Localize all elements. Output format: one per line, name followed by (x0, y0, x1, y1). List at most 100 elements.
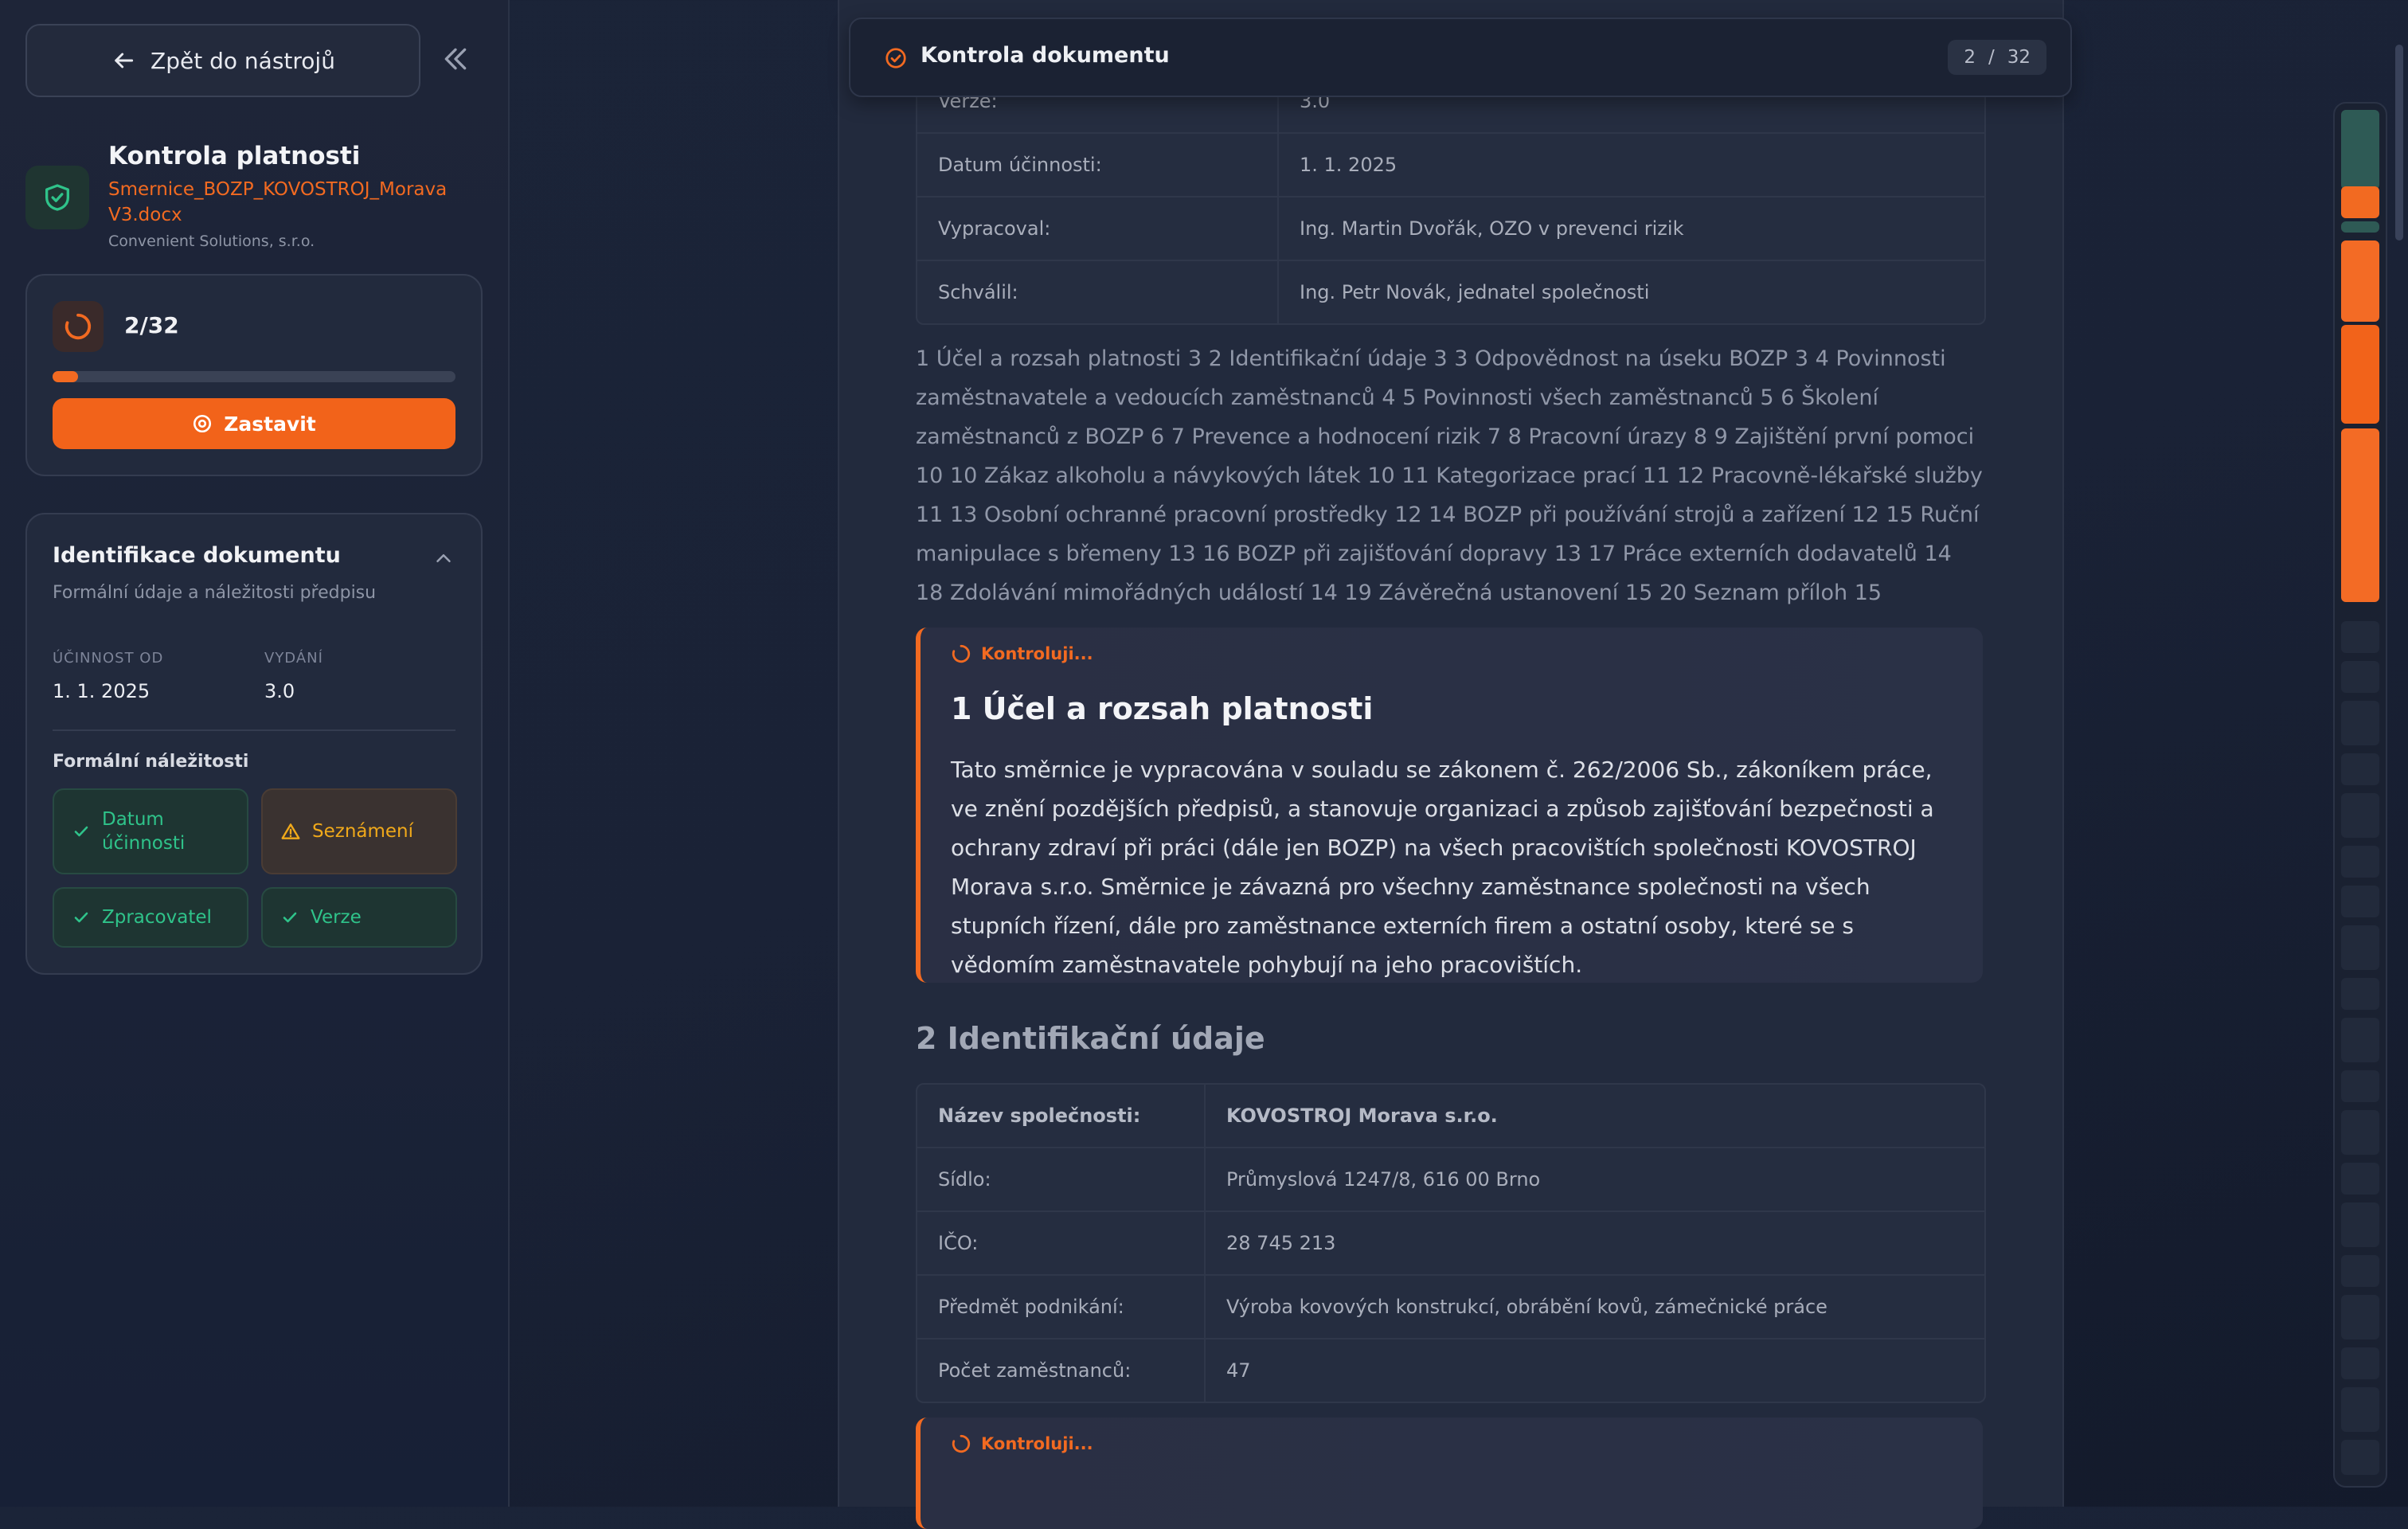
document-tool-title: Kontrola platnosti (108, 142, 361, 170)
shield-icon (25, 166, 89, 229)
table-row: Schválil: Ing. Petr Novák, jednatel spole… (917, 260, 1984, 323)
minimap-segment (2341, 621, 2379, 653)
counter-current: 2 (1964, 47, 1976, 68)
chip-effective-date[interactable]: Datum účinnosti (53, 788, 248, 874)
check-icon (74, 912, 88, 923)
checking-status: Kontroluji... (951, 1433, 1093, 1454)
minimap-segment (2341, 978, 2379, 1010)
minimap-segment (2341, 1255, 2379, 1287)
table-key: Počet zaměstnanců: (917, 1339, 1206, 1402)
minimap-segment (2341, 661, 2379, 693)
minimap-segment (2341, 1110, 2379, 1155)
warning-icon (281, 823, 300, 839)
effective-value: 1. 1. 2025 (53, 680, 150, 702)
formal-requirements-title: Formální náležitosti (53, 752, 249, 772)
table-value: Ing. Petr Novák, jednatel společnosti (1300, 281, 1650, 303)
table-row: IČO: 28 745 213 (917, 1210, 1984, 1274)
table-value: Výroba kovových konstrukcí, obrábění kov… (1226, 1296, 1828, 1318)
minimap-segment (2341, 1440, 2379, 1475)
document-check-title: Kontrola dokumentu (921, 43, 1170, 68)
chip-label: Datum účinnosti (102, 809, 186, 854)
table-value: KOVOSTROJ Morava s.r.o. (1226, 1105, 1498, 1127)
table-row: Sídlo: Průmyslová 1247/8, 616 00 Brno (917, 1147, 1984, 1210)
back-label: Zpět do nástrojů (150, 47, 335, 74)
scrollbar-thumb[interactable] (2395, 45, 2403, 240)
counter-separator: / (1988, 47, 1995, 68)
minimap-segment (2341, 701, 2379, 745)
document-meta-table: Verze: 3.0 Datum účinnosti: 1. 1. 2025 Vyp… (916, 68, 1986, 325)
effective-label: ÚČINNOST OD (53, 650, 164, 667)
stop-circle-icon (194, 414, 212, 433)
table-row: Počet zaměstnanců: 47 (917, 1338, 1984, 1402)
table-row: Název společnosti: KOVOSTROJ Morava s.r.o… (917, 1085, 1984, 1147)
minimap-segment (2341, 886, 2379, 917)
chip-version[interactable]: Verze (261, 887, 457, 948)
minimap-segment (2341, 240, 2379, 322)
identification-subtitle: Formální údaje a náležitosti předpisu (53, 583, 377, 603)
spinner-icon (952, 1434, 971, 1453)
back-to-tools-button[interactable]: Zpět do nástrojů (25, 24, 420, 97)
minimap-segment (2341, 1347, 2379, 1379)
sidebar: Zpět do nástrojů Kontrola platnosti Smer… (0, 0, 510, 1507)
chip-author[interactable]: Zpracovatel (53, 887, 248, 948)
document-check-bar: Kontrola dokumentu 2 / 32 (849, 18, 2072, 97)
checking-status: Kontroluji... (951, 643, 1093, 664)
divider (53, 729, 455, 731)
check-circle-icon (885, 48, 906, 68)
identification-title: Identifikace dokumentu (53, 543, 341, 568)
collapse-sidebar-icon[interactable] (440, 43, 471, 75)
minimap-segment (2341, 1070, 2379, 1102)
progress-count: 2/32 (124, 312, 179, 338)
minimap-segment (2341, 186, 2379, 218)
table-key: IČO: (917, 1212, 1206, 1274)
table-value: 47 (1226, 1359, 1251, 1382)
identification-card: Identifikace dokumentu Formální údaje a … (25, 513, 483, 975)
minimap-segment (2341, 1018, 2379, 1062)
counter-total: 32 (2007, 47, 2031, 68)
table-value: Průmyslová 1247/8, 616 00 Brno (1226, 1168, 1541, 1191)
minimap-segment (2341, 221, 2379, 233)
document-minimap[interactable] (2333, 102, 2387, 1488)
section-heading: 2 Identifikační údaje (916, 1021, 1265, 1056)
chip-acknowledgement[interactable]: Seznámení (261, 788, 457, 874)
edition-label: VYDÁNÍ (264, 650, 323, 667)
check-icon (74, 826, 88, 837)
minimap-segment (2341, 1202, 2379, 1247)
arrow-left-icon (115, 53, 134, 68)
table-key: Schválil: (917, 261, 1279, 323)
company-name: Convenient Solutions, s.r.o. (108, 233, 315, 250)
stop-button[interactable]: Zastavit (53, 398, 455, 449)
check-icon (283, 912, 297, 923)
progress-bar (53, 371, 455, 382)
spinner-icon (53, 301, 104, 352)
section-body: Tato směrnice je vypracována v souladu s… (951, 757, 1934, 978)
chip-label: Verze (311, 907, 362, 928)
table-value: 1. 1. 2025 (1300, 154, 1398, 176)
chip-label: Seznámení (312, 821, 414, 842)
progress-bar-fill (53, 371, 78, 382)
minimap-segment (2341, 110, 2379, 190)
minimap-segment (2341, 1387, 2379, 1432)
chevron-up-icon[interactable] (432, 546, 455, 570)
minimap-segment (2341, 793, 2379, 838)
spinner-icon (952, 644, 971, 663)
section-card-1[interactable]: Kontroluji... 1 Účel a rozsah platnosti … (916, 628, 1983, 983)
edition-value: 3.0 (264, 680, 295, 702)
table-key: Název společnosti: (917, 1085, 1206, 1147)
table-value: Ing. Martin Dvořák, OZO v prevenci rizik (1300, 217, 1684, 240)
document-filename: Smernice_BOZP_KOVOSTROJ_Morava V3.docx (108, 179, 448, 225)
checking-label: Kontroluji... (981, 644, 1093, 663)
section-card-3[interactable]: Kontroluji... (916, 1418, 1983, 1529)
identification-table: Název společnosti: KOVOSTROJ Morava s.r.o… (916, 1083, 1986, 1403)
section-counter: 2 / 32 (1948, 40, 2046, 75)
minimap-segment (2341, 1163, 2379, 1195)
table-value: 28 745 213 (1226, 1232, 1336, 1254)
minimap-segment (2341, 325, 2379, 424)
minimap-segment (2341, 753, 2379, 785)
table-key: Předmět podnikání: (917, 1276, 1206, 1338)
minimap-segment (2341, 428, 2379, 602)
section-title: 1 Účel a rozsah platnosti (951, 691, 1374, 726)
table-key: Datum účinnosti: (917, 134, 1279, 196)
minimap-segment (2341, 1295, 2379, 1339)
table-key: Vypracoval: (917, 197, 1279, 260)
